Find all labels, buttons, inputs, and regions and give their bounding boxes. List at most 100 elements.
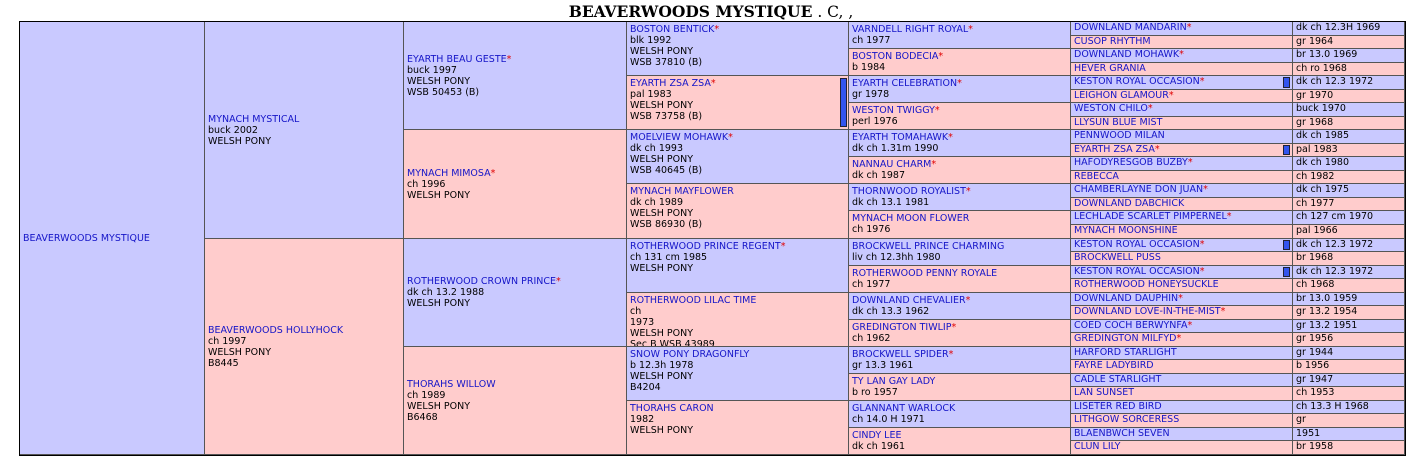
horse-name-link[interactable]: MYNACH MAYFLOWER [630, 186, 734, 197]
gen5-info-cell: ch 1953 [1293, 387, 1405, 401]
horse-name-link[interactable]: DOWNLAND DABCHICK [1074, 198, 1184, 209]
horse-name-link[interactable]: LAN SUNSET [1074, 387, 1134, 398]
horse-name-link[interactable]: GREDINGTON TIWLIP [852, 322, 951, 333]
horse-detail: pal 1983 [1296, 144, 1338, 155]
horse-name-link[interactable]: HAFODYRESGOB BUZBY [1074, 157, 1188, 168]
horse-name-link[interactable]: DOWNLAND DAUPHIN [1074, 293, 1178, 304]
horse-name-link[interactable]: LISETER RED BIRD [1074, 401, 1162, 412]
horse-name-link[interactable]: THORAHS WILLOW [407, 379, 496, 390]
horse-name-link[interactable]: LITHGOW SORCERESS [1074, 414, 1179, 425]
horse-name-link[interactable]: EYARTH ZSA ZSA [1074, 144, 1155, 155]
horse-name-link[interactable]: NANNAU CHARM [852, 159, 931, 170]
horse-name-link[interactable]: BROCKWELL SPIDER [852, 349, 949, 360]
horse-name-link[interactable]: ROTHERWOOD LILAC TIME [630, 295, 756, 306]
horse-name-link[interactable]: ROTHERWOOD HONEYSUCKLE [1074, 279, 1219, 290]
horse-name-link[interactable]: MYNACH MOON FLOWER [852, 213, 969, 224]
horse-name-link[interactable]: THORAHS CARON [630, 403, 714, 414]
horse-name-link[interactable]: MYNACH MIMOSA [407, 168, 491, 179]
horse-detail: pal 1966 [1296, 225, 1338, 236]
horse-name-link[interactable]: DOWNLAND CHEVALIER [852, 295, 966, 306]
horse-name-link[interactable]: KESTON ROYAL OCCASION [1074, 239, 1200, 250]
horse-name-link[interactable]: BROCKWELL PUSS [1074, 252, 1161, 263]
horse-detail: br 13.0 1969 [1296, 49, 1358, 60]
horse-name-link[interactable]: DOWNLAND MOHAWK [1074, 49, 1179, 60]
horse-detail: dk ch 1961 [852, 441, 905, 452]
horse-name-link[interactable]: KESTON ROYAL OCCASION [1074, 76, 1200, 87]
horse-name-link[interactable]: CUSOP RHYTHM [1074, 36, 1151, 47]
horse-name-link[interactable]: WESTON CHILO [1074, 103, 1148, 114]
gen3-cell: ROTHERWOOD LILAC TIME ch 1973 WELSH PONY Sec… [627, 293, 849, 347]
horse-name-link[interactable]: BROCKWELL PRINCE CHARMING [852, 241, 1004, 252]
horse-name-link[interactable]: COED COCH BERWYNFA [1074, 320, 1188, 331]
horse-name-line: WESTON TWIGGY* [852, 105, 1067, 116]
horse-detail: b 1956 [1296, 360, 1330, 371]
horse-name-link[interactable]: CLUN LILY [1074, 441, 1120, 452]
horse-name-link[interactable]: HEVER GRANIA [1074, 63, 1146, 74]
gen4-cell: BROCKWELL PRINCE CHARMING liv ch 12.3hh 1… [849, 239, 1071, 266]
horse-name-link[interactable]: BOSTON BODECIA [852, 51, 938, 62]
star-marker: * [1203, 184, 1208, 195]
horse-name-link[interactable]: PENNWOOD MILAN [1074, 130, 1165, 141]
gen5-info-cell: dk ch 12.3H 1969 [1293, 22, 1405, 36]
horse-detail: br 13.0 1959 [1296, 293, 1358, 304]
gen5-name-cell: LAN SUNSET [1071, 387, 1293, 401]
gen2-cell: ROTHERWOOD CROWN PRINCE* dk ch 13.2 1988 W… [404, 239, 627, 347]
horse-name-link[interactable]: SNOW PONY DRAGONFLY [630, 349, 749, 360]
horse-name-link[interactable]: ROTHERWOOD CROWN PRINCE [407, 276, 556, 287]
horse-name-link[interactable]: BLAENBWCH SEVEN [1074, 428, 1170, 439]
horse-name-link[interactable]: LEIGHON GLAMOUR [1074, 90, 1169, 101]
gen5-info-cell: gr 1970 [1293, 90, 1405, 103]
star-marker: * [1220, 306, 1226, 317]
horse-name-link[interactable]: MYNACH MYSTICAL [208, 114, 299, 125]
horse-detail: ch [630, 306, 642, 317]
horse-name-link[interactable]: WESTON TWIGGY [852, 105, 935, 116]
subject-name[interactable]: BEAVERWOODS MYSTIQUE [23, 233, 201, 244]
horse-name-line: EYARTH TOMAHAWK* [852, 132, 1067, 143]
gen5-info-cell: dk ch 12.3 1972 [1293, 266, 1405, 279]
horse-name-link[interactable]: LECHLADE SCARLET PIMPERNEL [1074, 211, 1227, 222]
horse-name-link[interactable]: CHAMBERLAYNE DON JUAN [1074, 184, 1203, 195]
gen5-info-cell: pal 1966 [1293, 225, 1405, 239]
horse-name-link[interactable]: THORNWOOD ROYALIST [852, 186, 966, 197]
gen4-cell: DOWNLAND CHEVALIER* dk ch 13.3 1962 [849, 293, 1071, 320]
horse-name-link[interactable]: CADLE STARLIGHT [1074, 374, 1161, 385]
horse-name-line: DOWNLAND CHEVALIER* [852, 295, 1067, 306]
horse-name-link[interactable]: KESTON ROYAL OCCASION [1074, 266, 1200, 277]
horse-detail: dk ch 1.31m 1990 [852, 143, 939, 154]
horse-name-link[interactable]: ROTHERWOOD PRINCE REGENT [630, 241, 781, 252]
horse-name-link[interactable]: LLYSUN BLUE MIST [1074, 117, 1162, 128]
horse-name-link[interactable]: MYNACH MOONSHINE [1074, 225, 1178, 236]
horse-name-link[interactable]: BEAVERWOODS HOLLYHOCK [208, 325, 343, 336]
horse-name-link[interactable]: TY LAN GAY LADY [852, 376, 935, 387]
horse-name-link[interactable]: GREDINGTON MILFYD [1074, 333, 1177, 344]
horse-detail: ch ro 1968 [1296, 63, 1347, 74]
gen5-name-cell: PENNWOOD MILAN [1071, 130, 1293, 144]
horse-name-link[interactable]: CINDY LEE [852, 430, 901, 441]
horse-name-link[interactable]: EYARTH BEAU GESTE [407, 54, 507, 65]
horse-name-link[interactable]: GLANNANT WARLOCK [852, 403, 955, 414]
gen5-info-cell: ch 127 cm 1970 [1293, 211, 1405, 225]
horse-name-link[interactable]: DOWNLAND LOVE-IN-THE-MIST [1074, 306, 1221, 317]
horse-name-link[interactable]: HARFORD STARLIGHT [1074, 347, 1177, 358]
horse-detail: 1982 [630, 414, 655, 425]
horse-detail: B8445 [208, 357, 239, 369]
horse-detail: WSB 86930 (B) [630, 219, 703, 230]
horse-name-link[interactable]: BOSTON BENTICK [630, 24, 714, 35]
horse-name-line: GLANNANT WARLOCK [852, 403, 1067, 414]
horse-name-link[interactable]: ROTHERWOOD PENNY ROYALE [852, 268, 997, 279]
star-marker: * [1179, 49, 1184, 60]
horse-name-link[interactable]: EYARTH TOMAHAWK [852, 132, 948, 143]
title-horse-name: BEAVERWOODS MYSTIQUE [568, 2, 813, 21]
horse-name-link[interactable]: REBECCA [1074, 171, 1119, 182]
gen5-name-cell: LEIGHON GLAMOUR* [1071, 90, 1293, 103]
star-marker: * [1168, 90, 1174, 101]
horse-name-link[interactable]: VARNDELL RIGHT ROYAL [852, 24, 968, 35]
horse-name-link[interactable]: MOELVIEW MOHAWK [630, 132, 728, 143]
horse-name-link[interactable]: DOWNLAND MANDARIN [1074, 22, 1187, 33]
horse-detail: gr 1956 [1296, 333, 1334, 344]
horse-name-link[interactable]: EYARTH ZSA ZSA [630, 78, 711, 89]
horse-name-line: BROCKWELL SPIDER* [852, 349, 1067, 360]
horse-name-link[interactable]: FAYRE LADYBIRD [1074, 360, 1154, 371]
gen3-cell: MOELVIEW MOHAWK* dk ch 1993 WELSH PONY WSB … [627, 130, 849, 184]
horse-name-link[interactable]: EYARTH CELEBRATION [852, 78, 957, 89]
